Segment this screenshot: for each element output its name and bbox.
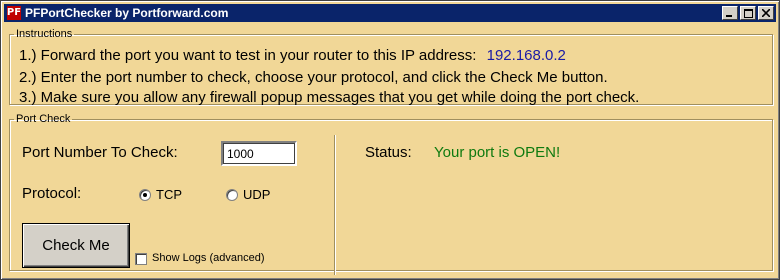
port-number-input[interactable] (221, 141, 297, 166)
instruction-line-1: 1.) Forward the port you want to test in… (19, 47, 566, 64)
close-icon (762, 9, 770, 17)
window-title: PFPortChecker by Portforward.com (25, 6, 229, 20)
radio-selected-dot (143, 193, 147, 197)
title-bar[interactable]: PF PFPortChecker by Portforward.com (4, 4, 776, 22)
udp-radio[interactable] (226, 189, 238, 201)
status-label: Status: (365, 144, 412, 161)
instruction-line-3: 3.) Make sure you allow any firewall pop… (19, 89, 640, 106)
app-icon: PF (6, 6, 22, 20)
port-number-label: Port Number To Check: (22, 144, 178, 161)
caption-buttons (720, 6, 774, 20)
status-value: Your port is OPEN! (434, 144, 561, 161)
instructions-legend: Instructions (16, 28, 73, 40)
ip-address: 192.168.0.2 (486, 47, 566, 64)
tcp-radio-label[interactable]: TCP (156, 187, 182, 202)
instruction-line-1-text: 1.) Forward the port you want to test in… (19, 47, 477, 64)
port-check-legend: Port Check (16, 113, 71, 125)
tcp-radio[interactable] (139, 189, 151, 201)
close-button[interactable] (758, 6, 774, 20)
protocol-label: Protocol: (22, 185, 82, 202)
udp-radio-label[interactable]: UDP (243, 187, 270, 202)
instruction-line-2: 2.) Enter the port number to check, choo… (19, 69, 608, 86)
show-logs-label[interactable]: Show Logs (advanced) (152, 252, 265, 264)
port-check-group: Port Check Port Number To Check: Protoco… (9, 113, 773, 275)
minimize-button[interactable] (722, 6, 738, 20)
minimize-icon (726, 15, 732, 17)
instructions-group: Instructions 1.) Forward the port you wa… (9, 28, 773, 106)
show-logs-checkbox[interactable] (135, 253, 147, 265)
check-me-button[interactable]: Check Me (22, 223, 130, 268)
maximize-button[interactable] (740, 6, 756, 20)
maximize-icon (743, 8, 753, 18)
vertical-divider (334, 135, 335, 275)
app-window: PF PFPortChecker by Portforward.com Inst… (0, 0, 780, 280)
